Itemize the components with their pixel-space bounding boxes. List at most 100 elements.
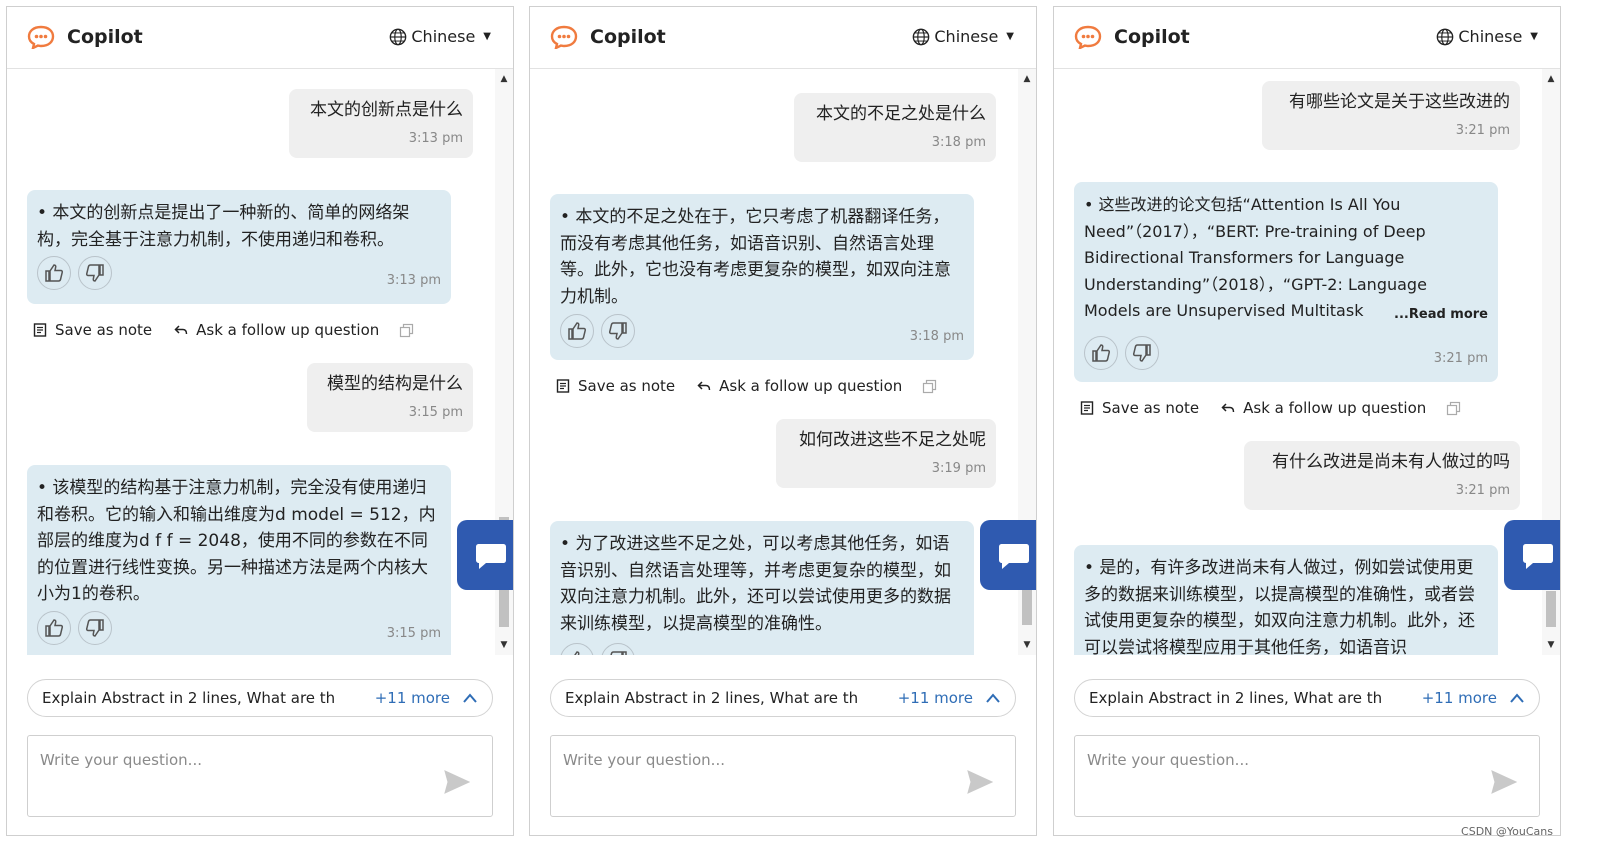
message-text: 有哪些论文是关于这些改进的: [1289, 92, 1510, 112]
thumbs-down-button[interactable]: [601, 314, 635, 348]
copy-icon[interactable]: [1446, 401, 1461, 416]
send-icon[interactable]: [967, 770, 993, 794]
save-as-note-label: Save as note: [578, 377, 676, 395]
message-time: 3:18 pm: [931, 134, 986, 150]
question-input-box[interactable]: [27, 735, 493, 817]
ask-follow-up-label: Ask a follow up question: [196, 321, 380, 339]
thumbs-down-icon: [610, 651, 627, 655]
thumbs-up-button[interactable]: [560, 314, 594, 348]
message-time: 3:21 pm: [1433, 351, 1488, 366]
message-text: 有什么改进是尚未有人做过的吗: [1272, 452, 1510, 472]
copilot-panel-1: Copilot Chinese ▼ 本文的创新点是什么 3:13 pm • 本文…: [6, 6, 514, 836]
caret-down-icon: ▼: [1006, 31, 1014, 42]
suggestion-text[interactable]: Explain Abstract in 2 lines, What are th: [42, 689, 342, 707]
app-title: Copilot: [1114, 26, 1190, 48]
message-time: 3:15 pm: [408, 404, 463, 420]
question-input[interactable]: [38, 750, 422, 770]
message-time: 3:13 pm: [408, 130, 463, 146]
chevron-up-icon[interactable]: [1509, 691, 1525, 705]
feedback-buttons: [37, 256, 119, 290]
scroll-up-arrow-icon[interactable]: ▲: [495, 71, 513, 87]
feedback-buttons: [1084, 336, 1166, 370]
more-suggestions-link[interactable]: +11 more: [375, 689, 450, 707]
bot-message: • 是的，有许多改进尚未有人做过，例如尝试使用更多的数据来训练模型，以提高模型的…: [1074, 545, 1498, 655]
bot-message: • 这些改进的论文包括“Attention Is All You Need”（2…: [1074, 182, 1498, 382]
save-as-note-button[interactable]: Save as note: [1080, 399, 1199, 417]
save-as-note-button[interactable]: Save as note: [33, 321, 152, 339]
scroll-up-arrow-icon[interactable]: ▲: [1018, 71, 1036, 87]
suggestion-text[interactable]: Explain Abstract in 2 lines, What are th: [565, 689, 865, 707]
suggested-questions-bar[interactable]: Explain Abstract in 2 lines, What are th…: [1074, 679, 1540, 717]
thumbs-down-button[interactable]: [1125, 336, 1159, 370]
message-text: • 为了改进这些不足之处，可以考虑其他任务，如语音识别、自然语言处理等，并考虑更…: [560, 534, 951, 634]
app-title: Copilot: [67, 26, 143, 48]
more-suggestions-link[interactable]: +11 more: [898, 689, 973, 707]
more-suggestions-link[interactable]: +11 more: [1422, 689, 1497, 707]
caret-down-icon: ▼: [1530, 31, 1538, 42]
message-actions: Save as note Ask a follow up question: [556, 377, 945, 395]
copy-icon[interactable]: [922, 379, 937, 394]
question-input-box[interactable]: [550, 735, 1016, 817]
thumbs-up-button[interactable]: [1084, 336, 1118, 370]
watermark: CSDN @YouCans: [1461, 825, 1553, 838]
question-input[interactable]: [1085, 750, 1469, 770]
send-icon[interactable]: [1491, 770, 1517, 794]
thumbs-down-button[interactable]: [78, 611, 112, 645]
message-text: 本文的不足之处是什么: [816, 104, 986, 124]
globe-icon: [913, 28, 930, 45]
user-message: 有哪些论文是关于这些改进的 3:21 pm: [1262, 81, 1520, 150]
scroll-down-arrow-icon[interactable]: ▼: [1018, 637, 1036, 653]
send-icon[interactable]: [444, 770, 470, 794]
thumbs-up-icon: [568, 322, 587, 340]
thumbs-up-button[interactable]: [37, 256, 71, 290]
thumbs-up-icon: [45, 264, 64, 282]
chat-history: 本文的不足之处是什么 3:18 pm • 本文的不足之处在于，它只考虑了机器翻译…: [530, 69, 1018, 655]
message-time: 3:13 pm: [386, 272, 441, 288]
ask-follow-up-label: Ask a follow up question: [719, 377, 903, 395]
copilot-panel-3: Copilot Chinese ▼ 有哪些论文是关于这些改进的 3:21 pm …: [1053, 6, 1561, 836]
chat-bubble-icon: [999, 544, 1029, 569]
scroll-down-arrow-icon[interactable]: ▼: [495, 637, 513, 653]
save-as-note-button[interactable]: Save as note: [556, 377, 675, 395]
read-more-link[interactable]: ...Read more: [1390, 302, 1488, 329]
chat-history: 有哪些论文是关于这些改进的 3:21 pm • 这些改进的论文包括“Attent…: [1054, 69, 1542, 655]
language-selector[interactable]: Chinese ▼: [1436, 27, 1538, 46]
ask-follow-up-button[interactable]: Ask a follow up question: [174, 321, 379, 339]
ask-follow-up-button[interactable]: Ask a follow up question: [697, 377, 902, 395]
suggestion-text[interactable]: Explain Abstract in 2 lines, What are th: [1089, 689, 1389, 707]
message-time: 3:18 pm: [909, 329, 964, 344]
copy-icon[interactable]: [399, 323, 414, 338]
ask-follow-up-button[interactable]: Ask a follow up question: [1221, 399, 1426, 417]
scroll-up-arrow-icon[interactable]: ▲: [1542, 71, 1560, 87]
chat-fab-button[interactable]: [1504, 520, 1560, 590]
message-actions: Save as note Ask a follow up question: [33, 321, 422, 339]
chat-fab-button[interactable]: [457, 520, 513, 590]
language-selector[interactable]: Chinese ▼: [912, 27, 1014, 46]
caret-down-icon: ▼: [483, 31, 491, 42]
message-text: 模型的结构是什么: [327, 374, 463, 394]
chat-bubble-icon: [476, 544, 506, 569]
thumbs-down-button[interactable]: [601, 643, 635, 655]
message-text: 如何改进这些不足之处呢: [799, 430, 986, 450]
thumbs-up-button[interactable]: [37, 611, 71, 645]
user-message: 模型的结构是什么 3:15 pm: [307, 363, 473, 432]
message-text: • 本文的创新点是提出了一种新的、简单的网络架构，完全基于注意力机制，不使用递归…: [37, 203, 410, 250]
message-text: 本文的创新点是什么: [310, 100, 463, 120]
bot-message: • 本文的创新点是提出了一种新的、简单的网络架构，完全基于注意力机制，不使用递归…: [27, 190, 451, 304]
language-selector[interactable]: Chinese ▼: [389, 27, 491, 46]
scroll-down-arrow-icon[interactable]: ▼: [1542, 637, 1560, 653]
message-text: • 该模型的结构基于注意力机制，完全没有使用递归和卷积。它的输入和输出维度为d …: [37, 478, 436, 604]
chat-fab-button[interactable]: [980, 520, 1036, 590]
chevron-up-icon[interactable]: [985, 691, 1001, 705]
chevron-up-icon[interactable]: [462, 691, 478, 705]
suggested-questions-bar[interactable]: Explain Abstract in 2 lines, What are th…: [27, 679, 493, 717]
scrollbar-thumb[interactable]: [1546, 591, 1556, 627]
language-label: Chinese: [1458, 27, 1523, 46]
question-input-box[interactable]: [1074, 735, 1540, 817]
question-input[interactable]: [561, 750, 945, 770]
globe-icon: [1437, 28, 1454, 45]
thumbs-down-button[interactable]: [78, 256, 112, 290]
thumbs-up-button[interactable]: [560, 643, 594, 655]
copilot-logo-icon: [1074, 25, 1102, 49]
suggested-questions-bar[interactable]: Explain Abstract in 2 lines, What are th…: [550, 679, 1016, 717]
